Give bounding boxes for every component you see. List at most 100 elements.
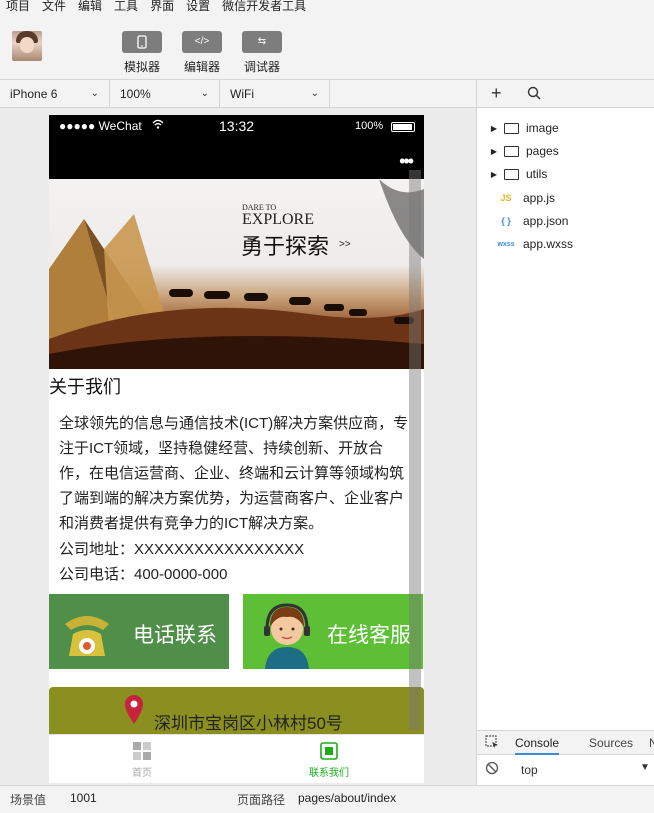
grid-icon [132,741,152,761]
menu-item-file[interactable]: 文件 [42,0,66,12]
tab-network[interactable]: N [649,736,654,750]
device-value: iPhone 6 [10,86,58,101]
tree-item-label: image [526,121,559,135]
console-panel: Console Sources N top ▼ > [476,730,654,803]
context-select[interactable]: top [521,763,538,777]
scene-label: 场景值 [10,793,47,807]
banner-slogan: 勇于探索 [241,235,330,260]
banner-image: DARE TO EXPLORE 勇于探索 >> [49,179,424,369]
menu-item-project[interactable]: 项目 [6,0,30,12]
menu-item-app[interactable]: 微信开发者工具 [222,0,306,12]
tab-home-label: 首页 [132,768,152,779]
tree-item-label: pages [526,144,559,158]
file-explorer-toolbar: + [477,80,654,108]
tree-folder-pages[interactable]: ▶ pages [477,140,559,162]
search-icon[interactable] [527,86,541,103]
about-title: 关于我们 [49,377,121,397]
banner-explore: EXPLORE [242,211,314,228]
wxss-file-icon: wxss [497,240,515,248]
scene-value[interactable]: 1001 [70,791,97,805]
wifi-icon [152,118,164,132]
caret-down-icon[interactable]: ▼ [640,762,650,773]
simulator-options-bar: iPhone 6 ⌄ 100% ⌄ WiFi ⌄ [0,80,476,108]
simulator-scrollbar[interactable] [409,170,421,730]
file-explorer: + ▶ image ▶ pages ▶ utils JS app.js { } … [476,80,654,730]
online-service-button[interactable]: 在线客服 [243,594,423,669]
chevron-down-icon: ⌄ [90,88,99,99]
menu-bar: 项目 文件 编辑 工具 界面 设置 微信开发者工具 [0,0,654,18]
clear-icon[interactable] [485,761,499,778]
console-tabs: Console Sources N [477,731,654,755]
menu-item-settings[interactable]: 设置 [186,0,210,12]
debugger-toggle[interactable]: ⇆ 调试器 [234,31,290,75]
zoom-value: 100% [120,86,151,101]
tree-item-label: app.js [523,191,556,205]
folder-icon [504,122,519,134]
caret-right-icon: ▶ [490,146,498,156]
intro-paragraph: 全球领先的信息与通信技术(ICT)解决方案供应商，专注于ICT领域，坚持稳健经营… [59,415,409,532]
tree-folder-image[interactable]: ▶ image [477,117,559,139]
tree-file-app-wxss[interactable]: wxss app.wxss [477,233,573,255]
debugger-label: 调试器 [243,60,280,74]
tree-item-label: app.wxss [523,237,574,251]
tree-item-label: app.json [523,214,569,228]
js-file-icon: JS [500,193,512,203]
chevron-down-icon: ⌄ [200,88,209,99]
json-file-icon: { } [501,216,511,226]
simulator-label: 模拟器 [123,60,160,74]
menu-item-edit[interactable]: 编辑 [78,0,102,12]
company-phone: 公司电话：400-0000-000 [59,566,228,583]
tab-contact[interactable]: 联系我们 [289,741,369,779]
menu-item-view[interactable]: 界面 [150,0,174,12]
banner-arrows: >> [339,239,351,250]
caret-right-icon: ▶ [490,123,498,133]
menu-item-tools[interactable]: 工具 [114,0,138,12]
phone-nav-bar: ••• [49,137,424,179]
tree-file-app-json[interactable]: { } app.json [477,210,568,232]
address-text: 深圳市宝岗区小林村50号 [154,714,343,733]
clock: 13:32 [219,118,255,134]
carrier-label: ●●●●● WeChat [59,119,142,133]
simulator-toggle[interactable]: 模拟器 [114,31,170,75]
phone-icon [122,31,162,53]
toolbar: 模拟器 </> 编辑器 ⇆ 调试器 [0,18,654,80]
telephone-icon [65,616,109,656]
tree-folder-utils[interactable]: ▶ utils [477,163,547,185]
folder-icon [504,168,519,180]
network-select[interactable]: WiFi ⌄ [220,80,330,107]
customer-service-icon [264,603,310,669]
code-icon: </> [182,31,222,53]
debug-icon: ⇆ [242,31,282,53]
editor-toggle[interactable]: </> 编辑器 [174,31,230,75]
zoom-select[interactable]: 100% ⌄ [110,80,220,107]
tab-sources[interactable]: Sources [589,736,633,750]
tab-bar: 首页 联系我们 [49,734,424,783]
phone-simulator[interactable]: ●●●●● WeChat 13:32 100% ••• DARE TO EXPL… [49,115,424,783]
caret-right-icon: ▶ [490,169,498,179]
inspect-icon[interactable] [485,735,499,752]
phone-status-bar: ●●●●● WeChat 13:32 100% [49,115,424,137]
status-bar: 场景值 1001 页面路径 pages/about/index [0,785,654,813]
tab-contact-label: 联系我们 [309,768,349,779]
device-select[interactable]: iPhone 6 ⌄ [0,80,110,107]
tab-console[interactable]: Console [515,736,560,755]
tab-home[interactable]: 首页 [102,741,182,779]
battery-icon [391,122,415,132]
chevron-down-icon: ⌄ [310,88,319,99]
avatar[interactable] [12,31,42,61]
folder-icon [504,145,519,157]
battery-percent: 100% [355,120,384,132]
path-value[interactable]: pages/about/index [298,791,396,805]
add-icon[interactable]: + [491,83,502,104]
phone-contact-button[interactable]: 电话联系 [49,594,229,669]
path-label: 页面路径 [237,793,286,807]
location-pin-icon [125,695,143,724]
tree-item-label: utils [526,167,548,181]
online-service-label: 在线客服 [327,624,411,647]
tree-file-app-js[interactable]: JS app.js [477,187,555,209]
network-value: WiFi [230,86,254,101]
contact-icon [319,741,339,761]
company-address: 公司地址：XXXXXXXXXXXXXXXXX [59,541,305,558]
editor-label: 编辑器 [183,60,220,74]
more-icon[interactable]: ••• [399,151,414,172]
